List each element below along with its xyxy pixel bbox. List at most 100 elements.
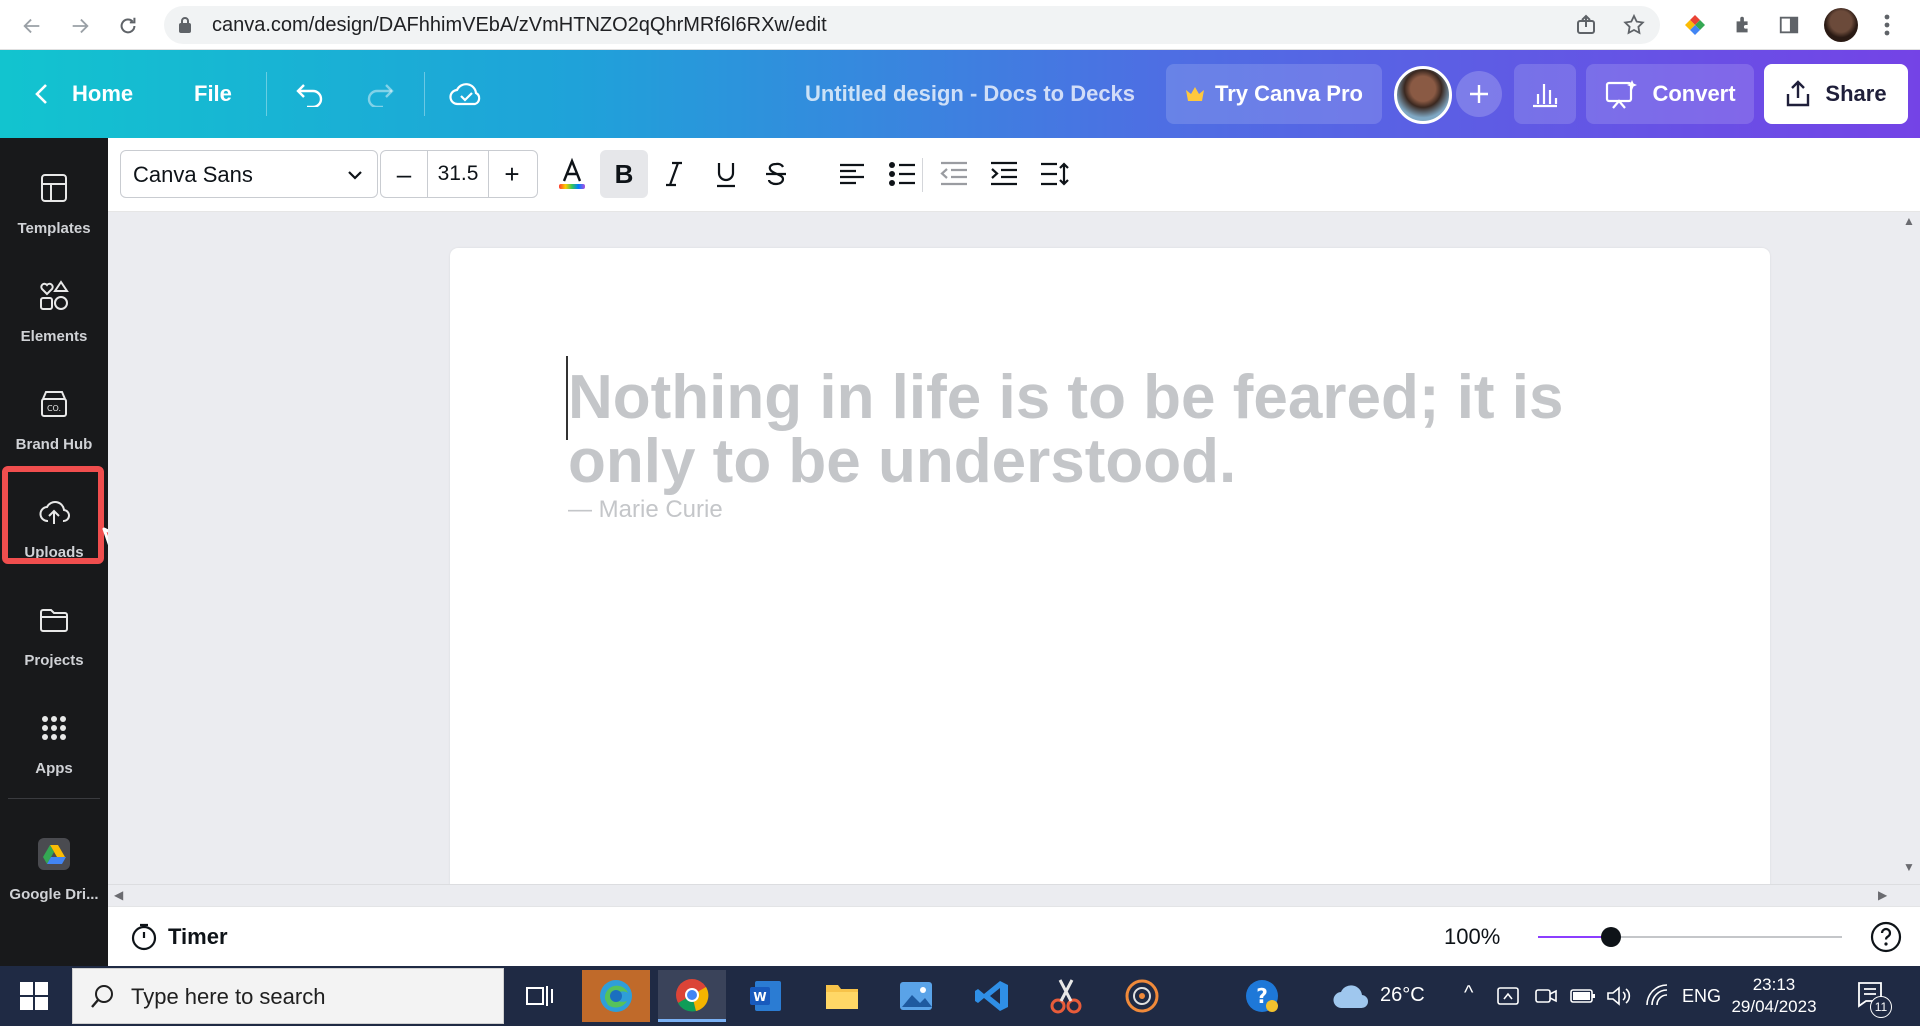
user-avatar[interactable]: [1394, 66, 1452, 124]
insights-chart-button[interactable]: [1514, 64, 1576, 124]
zoom-slider-handle[interactable]: [1600, 927, 1621, 947]
taskbar-search-placeholder: Type here to search: [131, 984, 326, 1009]
decrease-font-size-button[interactable]: –: [381, 151, 427, 197]
align-left-icon[interactable]: [828, 150, 876, 198]
decrease-indent-icon[interactable]: [930, 150, 978, 198]
extensions-puzzle-icon[interactable]: [1728, 10, 1758, 40]
forward-icon[interactable]: [62, 8, 98, 44]
address-bar[interactable]: canva.com/design/DAFhhimVEbA/zVmHTNZO2qQ…: [164, 6, 1660, 44]
clock-time: 23:13: [1752, 975, 1796, 994]
uploads-highlight-box: [2, 466, 104, 564]
share-label: Share: [1825, 81, 1887, 106]
strikethrough-icon[interactable]: [752, 150, 800, 198]
file-explorer-icon[interactable]: [808, 970, 876, 1022]
try-canva-pro-button[interactable]: Try Canva Pro: [1166, 64, 1382, 124]
sidebar-item-elements[interactable]: Elements: [0, 266, 108, 366]
italic-icon[interactable]: [650, 150, 698, 198]
increase-indent-icon[interactable]: [980, 150, 1028, 198]
document-title[interactable]: Untitled design - Docs to Decks: [780, 50, 1160, 138]
word-app-icon[interactable]: W: [732, 970, 800, 1022]
quote-text[interactable]: Nothing in life is to be feared; it is o…: [568, 366, 1668, 494]
text-color-icon[interactable]: [548, 150, 596, 198]
scroll-up-icon[interactable]: ▲: [1903, 214, 1915, 228]
windows-taskbar: Type here to search W ? 26°C ^ ENG 23:13…: [0, 966, 1920, 1026]
zoom-level[interactable]: 100%: [1444, 907, 1500, 967]
share-button[interactable]: Share: [1764, 64, 1908, 124]
google-drive-icon: [38, 838, 70, 870]
bold-icon[interactable]: B: [600, 150, 648, 198]
task-view-icon[interactable]: [506, 970, 574, 1022]
increase-font-size-button[interactable]: +: [489, 151, 535, 197]
timer-button[interactable]: Timer: [168, 907, 228, 967]
media-player-icon[interactable]: [1108, 970, 1176, 1022]
convert-button[interactable]: Convert: [1586, 64, 1754, 124]
timer-icon[interactable]: [130, 923, 158, 951]
quote-author[interactable]: — Marie Curie: [568, 496, 723, 524]
photos-app-icon[interactable]: [882, 970, 950, 1022]
scroll-right-icon[interactable]: ▶: [1878, 888, 1887, 902]
scroll-down-icon[interactable]: ▼: [1903, 860, 1915, 874]
design-workspace[interactable]: Nothing in life is to be feared; it is o…: [108, 212, 1920, 906]
back-icon[interactable]: [14, 8, 50, 44]
tray-camera-icon[interactable]: [1534, 984, 1558, 1008]
taskbar-search-box[interactable]: Type here to search: [72, 968, 504, 1024]
convert-label: Convert: [1652, 81, 1736, 106]
chrome-browser-icon[interactable]: [658, 970, 726, 1022]
tray-chevron-up-icon[interactable]: ^: [1464, 982, 1473, 1005]
horizontal-scrollbar[interactable]: ◀ ▶: [108, 884, 1920, 906]
line-spacing-icon[interactable]: [1030, 150, 1078, 198]
zoom-slider[interactable]: [1538, 927, 1842, 947]
tray-wifi-icon[interactable]: [1644, 984, 1670, 1008]
font-family-value: Canva Sans: [133, 162, 253, 187]
chrome-menu-icon[interactable]: [1872, 10, 1902, 40]
sidebar-item-label: Elements: [20, 328, 88, 345]
svg-text:CO.: CO.: [47, 404, 61, 413]
chevron-down-icon: [348, 171, 362, 180]
crown-icon: [1186, 87, 1205, 101]
snipping-tool-icon[interactable]: [1032, 970, 1100, 1022]
vertical-scrollbar[interactable]: ▲ ▼: [1898, 212, 1920, 906]
tray-volume-icon[interactable]: [1606, 984, 1632, 1008]
side-panel-icon[interactable]: [1774, 10, 1804, 40]
chevron-left-icon[interactable]: [24, 76, 60, 112]
vscode-app-icon[interactable]: [958, 970, 1026, 1022]
sidebar-item-label: Brand Hub: [15, 436, 93, 453]
share-page-icon[interactable]: [1574, 13, 1598, 37]
canva-header: Home File Untitled design - Docs to Deck…: [0, 50, 1920, 138]
sidebar-item-google-drive[interactable]: Google Dri...: [0, 824, 108, 924]
sidebar-item-brand-hub[interactable]: CO. Brand Hub: [0, 374, 108, 474]
browser-toolbar: canva.com/design/DAFhhimVEbA/zVmHTNZO2qQ…: [0, 0, 1920, 50]
help-tips-icon[interactable]: ?: [1242, 970, 1282, 1022]
undo-icon[interactable]: [292, 76, 328, 112]
weather-cloud-icon[interactable]: [1330, 970, 1374, 1022]
sidebar-item-projects[interactable]: Projects: [0, 590, 108, 690]
file-menu-button[interactable]: File: [194, 50, 232, 138]
sidebar-item-templates[interactable]: Templates: [0, 158, 108, 258]
bookmark-star-icon[interactable]: [1622, 13, 1646, 37]
design-page[interactable]: Nothing in life is to be feared; it is o…: [450, 248, 1770, 906]
extension-colorful-icon[interactable]: [1680, 10, 1710, 40]
font-size-value[interactable]: 31.5: [427, 151, 489, 197]
cloud-saved-icon[interactable]: [448, 76, 484, 112]
taskbar-clock[interactable]: 23:13 29/04/2023: [1726, 974, 1822, 1018]
underline-icon[interactable]: [702, 150, 750, 198]
tray-battery-icon[interactable]: [1570, 986, 1596, 1006]
font-size-stepper[interactable]: – 31.5 +: [380, 150, 538, 198]
bulleted-list-icon[interactable]: [878, 150, 926, 198]
tray-language[interactable]: ENG: [1682, 986, 1721, 1007]
reload-icon[interactable]: [110, 8, 146, 44]
scroll-left-icon[interactable]: ◀: [114, 888, 123, 902]
sidebar-item-label: Projects: [24, 652, 84, 669]
tray-network-share-icon[interactable]: [1496, 984, 1520, 1008]
font-family-dropdown[interactable]: Canva Sans: [120, 150, 378, 198]
redo-icon[interactable]: [362, 76, 398, 112]
windows-start-icon[interactable]: [18, 980, 50, 1012]
add-collaborator-plus-icon[interactable]: [1456, 71, 1502, 117]
home-button[interactable]: Home: [72, 50, 133, 138]
weather-temperature[interactable]: 26°C: [1380, 984, 1425, 1007]
browser-profile-avatar[interactable]: [1824, 8, 1858, 42]
sidebar-item-apps[interactable]: Apps: [0, 698, 108, 798]
convert-sparkle-icon: [1606, 80, 1638, 109]
edge-browser-icon[interactable]: [582, 970, 650, 1022]
help-question-icon[interactable]: [1870, 921, 1902, 953]
